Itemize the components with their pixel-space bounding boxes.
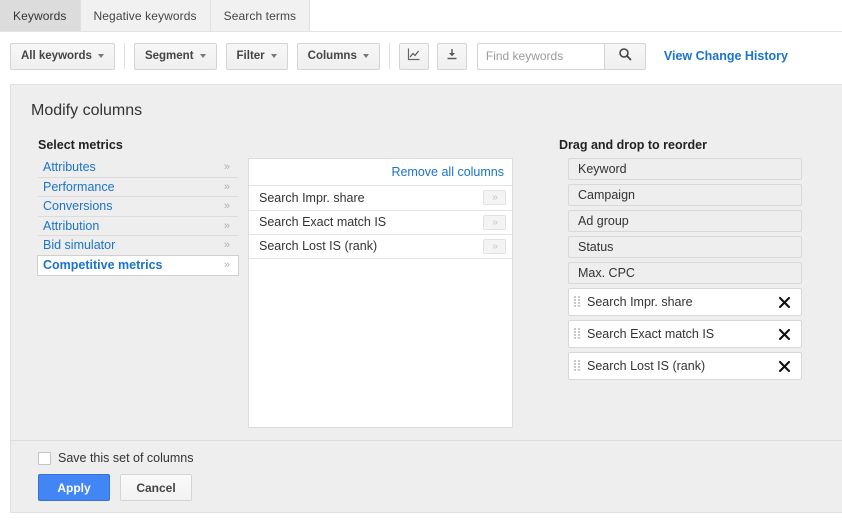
chevron-down-icon	[271, 54, 277, 58]
all-keywords-dropdown[interactable]: All keywords	[10, 43, 115, 70]
tab-keywords-label: Keywords	[13, 9, 67, 23]
table-row[interactable]: Search Lost IS (rank)	[568, 352, 802, 380]
category-label: Bid simulator	[43, 238, 224, 252]
add-metric-button[interactable]: »	[483, 215, 506, 230]
select-metrics-heading: Select metrics	[38, 138, 123, 152]
category-label: Conversions	[43, 199, 224, 213]
tab-search-terms-label: Search terms	[224, 9, 297, 23]
list-item[interactable]: Search Lost IS (rank) »	[249, 234, 512, 259]
metric-label: Search Impr. share	[259, 191, 483, 205]
chevron-down-icon	[98, 54, 104, 58]
sidebar-item-attribution[interactable]: Attribution »	[38, 217, 238, 237]
search-input[interactable]	[477, 43, 604, 70]
tab-negative-keywords[interactable]: Negative keywords	[81, 0, 211, 31]
drag-handle-icon[interactable]	[574, 328, 581, 340]
toolbar-divider-2	[389, 43, 390, 69]
toolbar-divider-1	[124, 43, 125, 69]
tab-bar: Keywords Negative keywords Search terms	[0, 0, 310, 31]
category-label: Attributes	[43, 160, 224, 174]
list-item[interactable]: Search Exact match IS »	[249, 210, 512, 235]
filter-label: Filter	[237, 50, 265, 62]
chevron-down-icon	[200, 54, 206, 58]
column-label: Search Impr. share	[587, 295, 776, 309]
category-label: Competitive metrics	[43, 258, 224, 272]
tab-keywords[interactable]: Keywords	[0, 0, 81, 31]
list-item: Campaign	[568, 184, 802, 206]
add-metric-button[interactable]: »	[483, 190, 506, 205]
chevron-right-icon: »	[224, 200, 232, 212]
line-chart-icon	[407, 47, 421, 66]
download-icon	[445, 47, 459, 66]
chevron-down-icon	[363, 54, 369, 58]
list-item: Status	[568, 236, 802, 258]
category-label: Performance	[43, 180, 224, 194]
segment-label: Segment	[145, 50, 194, 62]
close-icon[interactable]	[776, 326, 792, 342]
modify-columns-panel: Modify columns Select metrics Drag and d…	[10, 84, 842, 513]
save-columns-checkbox[interactable]	[38, 452, 51, 465]
column-label: Ad group	[578, 214, 629, 228]
segment-dropdown[interactable]: Segment	[134, 43, 217, 70]
tab-search-terms[interactable]: Search terms	[211, 0, 311, 31]
save-columns-label: Save this set of columns	[58, 451, 193, 465]
sidebar-item-performance[interactable]: Performance »	[38, 178, 238, 198]
list-item[interactable]: Search Impr. share »	[249, 185, 512, 210]
page-title: Modify columns	[31, 102, 142, 120]
tab-negative-keywords-label: Negative keywords	[94, 9, 197, 23]
add-metric-button[interactable]: »	[483, 239, 506, 254]
metric-category-list: Attributes » Performance » Conversions »…	[38, 158, 238, 276]
available-metrics-header: Remove all columns	[249, 159, 512, 185]
drag-handle-icon[interactable]	[574, 360, 581, 372]
search-group	[477, 43, 646, 70]
list-item: Keyword	[568, 158, 802, 180]
column-label: Search Lost IS (rank)	[587, 359, 776, 373]
column-label: Max. CPC	[578, 266, 635, 280]
table-row[interactable]: Search Impr. share	[568, 288, 802, 316]
column-label: Search Exact match IS	[587, 327, 776, 341]
app-root: Keywords Negative keywords Search terms …	[0, 0, 842, 520]
sidebar-item-conversions[interactable]: Conversions »	[38, 197, 238, 217]
table-row[interactable]: Search Exact match IS	[568, 320, 802, 348]
cancel-button[interactable]: Cancel	[120, 474, 192, 501]
column-label: Keyword	[578, 162, 627, 176]
chevron-right-icon: »	[224, 239, 232, 251]
sidebar-item-attributes[interactable]: Attributes »	[38, 158, 238, 178]
drag-handle-icon[interactable]	[574, 296, 581, 308]
download-button[interactable]	[437, 43, 467, 70]
column-label: Status	[578, 240, 613, 254]
columns-label: Columns	[308, 50, 357, 62]
metric-label: Search Lost IS (rank)	[259, 239, 483, 253]
filter-dropdown[interactable]: Filter	[226, 43, 288, 70]
dialog-actions: Apply Cancel	[38, 474, 192, 501]
sidebar-item-competitive-metrics[interactable]: Competitive metrics »	[37, 255, 239, 276]
columns-dropdown[interactable]: Columns	[297, 43, 380, 70]
available-metrics-panel: Remove all columns Search Impr. share » …	[248, 158, 513, 428]
view-change-history-link[interactable]: View Change History	[664, 49, 788, 63]
save-columns-checkbox-row[interactable]: Save this set of columns	[38, 451, 193, 465]
chevron-right-icon: »	[224, 220, 232, 232]
category-label: Attribution	[43, 219, 224, 233]
footer-divider	[11, 440, 842, 441]
close-icon[interactable]	[776, 294, 792, 310]
metric-label: Search Exact match IS	[259, 215, 483, 229]
search-icon	[618, 47, 632, 66]
close-icon[interactable]	[776, 358, 792, 374]
chevron-right-icon: »	[224, 161, 232, 173]
apply-button[interactable]: Apply	[38, 474, 110, 501]
sidebar-item-bid-simulator[interactable]: Bid simulator »	[38, 236, 238, 256]
remove-all-columns-link[interactable]: Remove all columns	[391, 165, 504, 179]
list-item: Max. CPC	[568, 262, 802, 284]
column-label: Campaign	[578, 188, 635, 202]
chart-view-button[interactable]	[399, 43, 429, 70]
reorder-heading: Drag and drop to reorder	[559, 138, 707, 152]
toolbar: All keywords Segment Filter Columns	[0, 32, 842, 80]
list-item: Ad group	[568, 210, 802, 232]
chevron-right-icon: »	[224, 181, 232, 193]
selected-columns-list: Keyword Campaign Ad group Status Max. CP…	[568, 158, 802, 384]
search-button[interactable]	[604, 43, 646, 70]
all-keywords-label: All keywords	[21, 50, 92, 62]
chevron-right-icon: »	[224, 259, 232, 271]
